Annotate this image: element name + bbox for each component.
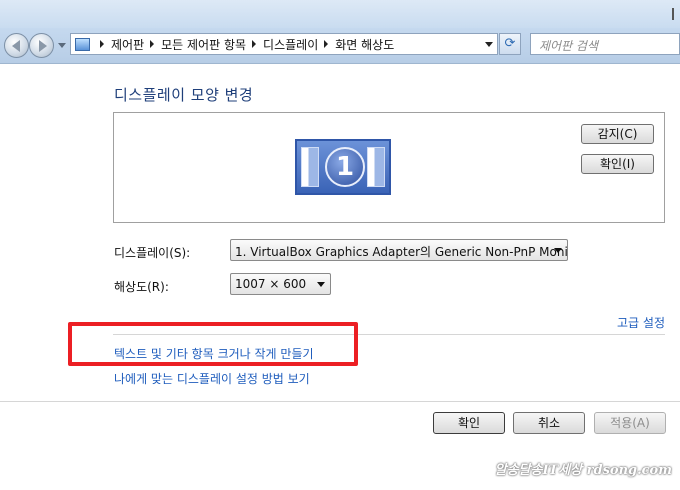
monitor-number-badge: 1 — [325, 147, 365, 187]
chevron-down-icon — [317, 282, 325, 287]
refresh-button[interactable]: ⟳ — [499, 33, 521, 55]
address-dropdown-icon[interactable] — [485, 42, 493, 47]
back-button[interactable] — [4, 33, 29, 58]
footer-divider — [0, 401, 680, 402]
breadcrumb-control-panel[interactable]: 제어판 — [111, 36, 144, 53]
display-select[interactable]: 1. VirtualBox Graphics Adapter의 Generic … — [230, 239, 568, 261]
chevron-down-icon — [554, 248, 562, 253]
breadcrumb-separator-icon[interactable] — [100, 40, 104, 48]
monitor-window-left — [301, 147, 319, 187]
monitor-1-icon[interactable]: 1 — [295, 139, 391, 195]
breadcrumb-screen-resolution[interactable]: 화면 해상도 — [335, 36, 394, 53]
watermark: 알송달송IT세상 rdsong.com — [494, 463, 672, 478]
back-arrow-icon — [12, 40, 20, 52]
breadcrumb-separator-icon[interactable] — [324, 40, 329, 48]
monitor-preview-panel: 1 감지(C) 확인(I) — [113, 112, 665, 223]
apply-button[interactable]: 적용(A) — [594, 412, 666, 434]
search-input[interactable]: 제어판 검색 — [530, 33, 680, 55]
display-help-link[interactable]: 나에게 맞는 디스플레이 설정 방법 보기 — [114, 370, 310, 387]
forward-button[interactable] — [29, 33, 54, 58]
forward-arrow-icon — [39, 40, 47, 52]
breadcrumb-all-items[interactable]: 모든 제어판 항목 — [161, 36, 246, 53]
breadcrumb-display[interactable]: 디스플레이 — [263, 36, 318, 53]
display-label: 디스플레이(S): — [114, 246, 191, 260]
window-titlebar — [0, 0, 680, 28]
display-select-value: 1. VirtualBox Graphics Adapter의 Generic … — [235, 245, 568, 259]
identify-button[interactable]: 확인(I) — [581, 154, 654, 174]
advanced-settings-link[interactable]: 고급 설정 — [617, 314, 665, 331]
cancel-button[interactable]: 취소 — [513, 412, 585, 434]
help-icon[interactable] — [664, 8, 674, 20]
resolution-select-value: 1007 × 600 — [235, 277, 307, 291]
detect-button[interactable]: 감지(C) — [581, 124, 654, 144]
breadcrumb-separator-icon[interactable] — [150, 40, 155, 48]
text-size-link[interactable]: 텍스트 및 기타 항목 크거나 작게 만들기 — [114, 345, 314, 362]
address-bar[interactable]: 제어판 모든 제어판 항목 디스플레이 화면 해상도 — [70, 33, 498, 55]
refresh-icon: ⟳ — [504, 36, 516, 51]
ok-button[interactable]: 확인 — [433, 412, 505, 434]
breadcrumb-separator-icon[interactable] — [252, 40, 257, 48]
resolution-label: 해상도(R): — [114, 280, 169, 294]
recent-pages-dropdown[interactable] — [58, 43, 66, 48]
monitor-window-right — [367, 147, 385, 187]
page-title: 디스플레이 모양 변경 — [114, 86, 254, 104]
control-panel-icon — [75, 37, 90, 51]
resolution-select[interactable]: 1007 × 600 — [230, 273, 331, 295]
